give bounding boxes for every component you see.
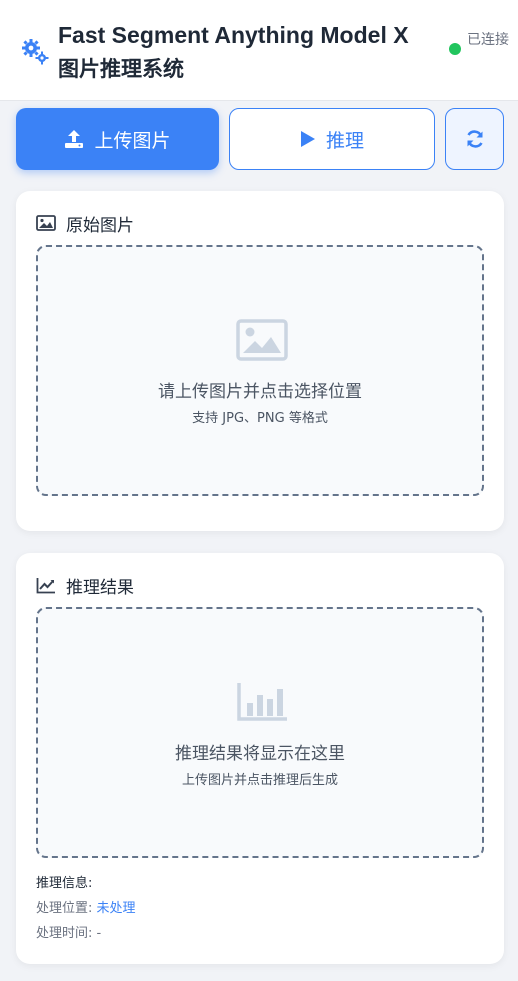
time-row: 处理时间: - <box>36 921 136 946</box>
gears-icon <box>22 39 49 65</box>
original-card-title: 原始图片 <box>66 215 134 236</box>
bar-chart-placeholder-icon <box>237 683 287 721</box>
status-text: 已连接 <box>467 32 509 48</box>
infer-button-label: 推理 <box>325 129 364 152</box>
time-label: 处理时间: <box>36 926 93 941</box>
position-row: 处理位置: 未处理 <box>36 896 136 921</box>
refresh-button[interactable] <box>445 108 504 170</box>
image-icon <box>36 215 56 231</box>
result-placeholder-hint: 上传图片并点击推理后生成 <box>181 773 338 788</box>
result-display-area: 推理结果将显示在这里 上传图片并点击推理后生成 <box>36 607 484 858</box>
position-label: 处理位置: <box>36 901 93 916</box>
result-card-header: 推理结果 <box>36 573 134 598</box>
app-title: Fast Segment Anything Model X <box>58 22 409 48</box>
image-placeholder-icon <box>236 319 288 361</box>
upload-icon <box>65 130 84 148</box>
upload-button-label: 上传图片 <box>94 129 171 152</box>
position-value: 未处理 <box>96 901 136 916</box>
image-dropzone[interactable]: 请上传图片并点击选择位置 支持 JPG、PNG 等格式 <box>36 245 484 496</box>
result-placeholder-text: 推理结果将显示在这里 <box>175 744 345 764</box>
inference-info: 推理信息: 处理位置: 未处理 处理时间: - <box>36 871 136 946</box>
play-icon <box>300 131 315 147</box>
status-dot-icon <box>449 43 461 55</box>
infer-button[interactable]: 推理 <box>229 108 435 170</box>
app-header: Fast Segment Anything Model X 图片推理系统 已连接 <box>0 0 518 101</box>
time-value: - <box>96 926 102 941</box>
result-card: 推理结果 推理结果将显示在这里 上传图片并点击推理后生成 推理信息: 处理位置:… <box>16 553 504 964</box>
inference-info-label: 推理信息: <box>36 876 93 891</box>
app-subtitle: 图片推理系统 <box>58 57 184 81</box>
original-image-card: 原始图片 请上传图片并点击选择位置 支持 JPG、PNG 等格式 <box>16 191 504 531</box>
chart-line-icon <box>36 578 55 594</box>
page-title: Fast Segment Anything Model X 图片推理系统 <box>58 18 438 86</box>
upload-button[interactable]: 上传图片 <box>16 108 219 170</box>
dropzone-instruction: 请上传图片并点击选择位置 <box>158 382 362 402</box>
result-card-title: 推理结果 <box>66 577 134 598</box>
refresh-icon <box>466 130 483 148</box>
original-card-header: 原始图片 <box>36 211 134 236</box>
dropzone-format-hint: 支持 JPG、PNG 等格式 <box>192 411 328 426</box>
